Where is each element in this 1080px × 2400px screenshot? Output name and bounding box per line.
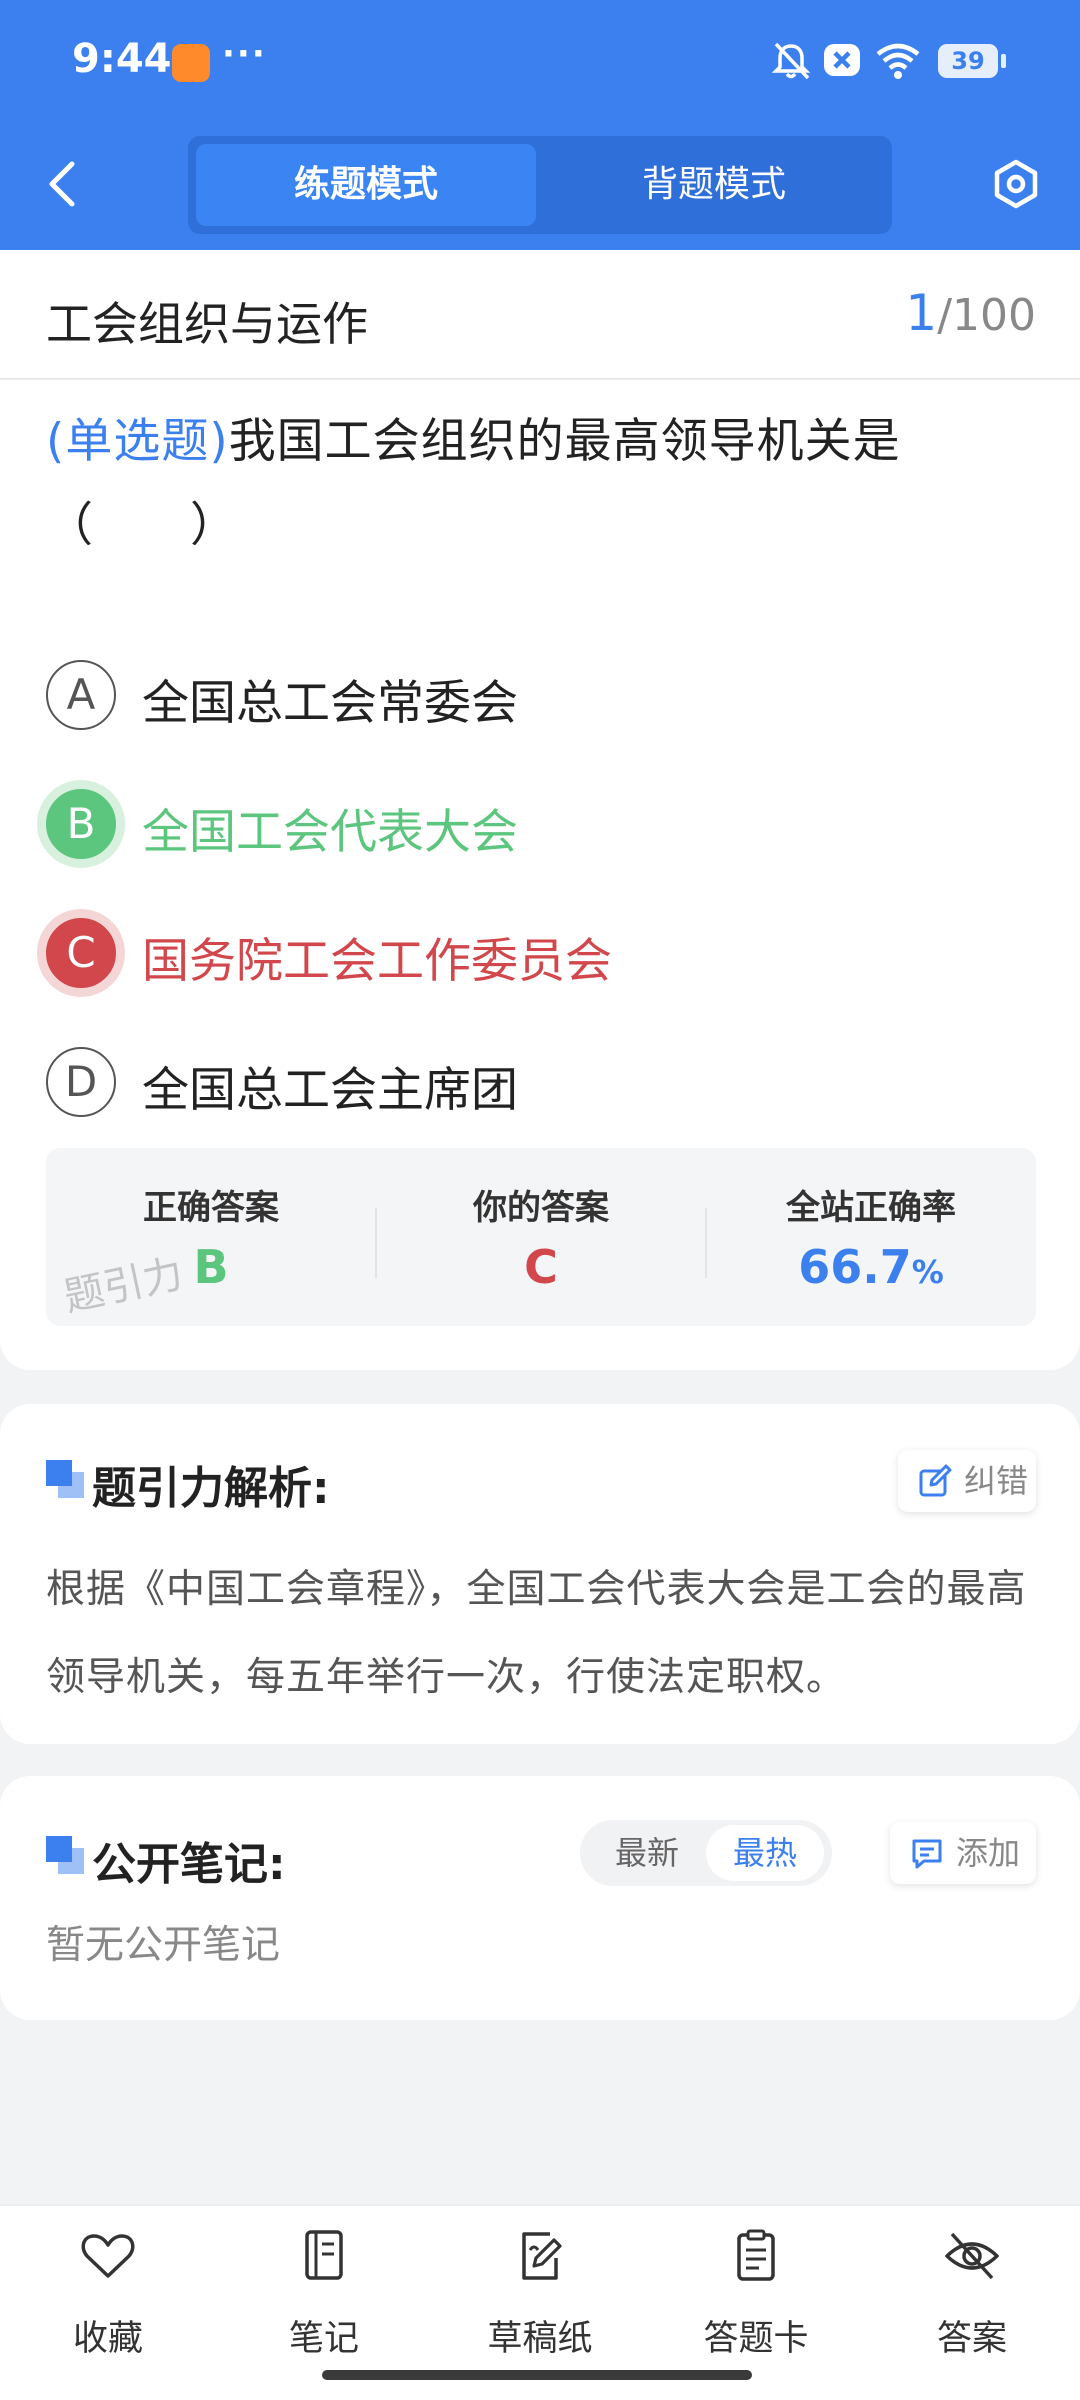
x-box-icon xyxy=(824,44,860,76)
show-answer-button[interactable]: 答案 xyxy=(892,2226,1052,2366)
draft-paper-label: 草稿纸 xyxy=(487,2319,593,2359)
comment-icon xyxy=(912,1839,942,1869)
analysis-title: 题引力解析: xyxy=(92,1463,330,1514)
accuracy-value: 66.7% xyxy=(706,1240,1036,1294)
question-card: 工会组织与运作 1/100 (单选题)我国工会组织的最高领导机关是（ ） A 全… xyxy=(0,250,1080,1370)
answer-stats: 正确答案 B 你的答案 C 全站正确率 66.7% 题引力 xyxy=(46,1148,1036,1326)
question-header: 工会组织与运作 1/100 xyxy=(0,250,1080,380)
correct-answer-label: 正确答案 xyxy=(143,1188,279,1228)
option-text: 全国工会代表大会 xyxy=(142,805,518,860)
heart-icon xyxy=(81,2234,135,2278)
back-arrow-icon[interactable] xyxy=(38,158,88,210)
option-d[interactable]: D 全国总工会主席团 xyxy=(46,1041,1036,1121)
add-note-label: 添加 xyxy=(956,1834,1021,1872)
mode-switch: 练题模式 背题模式 xyxy=(188,136,892,234)
sort-hottest[interactable]: 最热 xyxy=(706,1825,824,1881)
option-text: 全国总工会主席团 xyxy=(142,1063,518,1118)
notes-card: 公开笔记: 最新 最热 添加 暂无公开笔记 xyxy=(0,1776,1080,2020)
status-bar: 9:44 ··· 39 xyxy=(0,0,1080,120)
your-answer-label: 你的答案 xyxy=(473,1188,609,1228)
option-b[interactable]: B 全国工会代表大会 xyxy=(46,783,1036,863)
wifi-icon xyxy=(876,43,920,79)
option-text: 全国总工会常委会 xyxy=(142,676,518,731)
analysis-text: 根据《中国工会章程》，全国工会代表大会是工会的最高领导机关，每五年举行一次，行使… xyxy=(46,1567,1027,1700)
more-notifications-icon: ··· xyxy=(222,34,267,74)
analysis-card: 题引力解析: 纠错 根据《中国工会章程》，全国工会代表大会是工会的最高领导机关，… xyxy=(0,1404,1080,1744)
tab-practice-mode[interactable]: 练题模式 xyxy=(196,144,536,226)
status-time: 9:44 xyxy=(72,36,172,82)
option-letter: B xyxy=(46,789,116,859)
report-error-button[interactable]: 纠错 xyxy=(898,1450,1036,1512)
option-c[interactable]: C 国务院工会工作委员会 xyxy=(46,912,1036,992)
question-text: (单选题)我国工会组织的最高领导机关是（ ） xyxy=(46,400,1036,568)
notes-button[interactable]: 笔记 xyxy=(244,2226,404,2366)
total-count: /100 xyxy=(937,290,1036,341)
accuracy-stat: 全站正确率 66.7% xyxy=(706,1148,1036,1326)
chapter-title: 工会组织与运作 xyxy=(46,297,368,351)
favorite-label: 收藏 xyxy=(72,2319,143,2359)
mute-bell-icon xyxy=(771,42,811,80)
question-counter[interactable]: 1/100 xyxy=(905,284,1036,342)
option-text: 国务院工会工作委员会 xyxy=(142,934,612,989)
your-answer-stat: 你的答案 C xyxy=(376,1148,706,1326)
eye-off-icon xyxy=(945,2232,999,2280)
option-letter: A xyxy=(46,660,116,730)
your-answer-value: C xyxy=(524,1240,558,1294)
favorite-button[interactable]: 收藏 xyxy=(28,2226,188,2366)
notification-app-icon xyxy=(172,44,210,82)
notes-sort-toggle: 最新 最热 xyxy=(580,1820,832,1886)
show-answer-label: 答案 xyxy=(936,2319,1007,2359)
section-squares-icon xyxy=(46,1836,84,1874)
accuracy-label: 全站正确率 xyxy=(786,1188,956,1228)
answer-sheet-button[interactable]: 答题卡 xyxy=(676,2226,836,2366)
empty-notes-text: 暂无公开笔记 xyxy=(46,1923,281,1968)
option-letter: D xyxy=(46,1047,116,1117)
add-note-button[interactable]: 添加 xyxy=(890,1822,1036,1884)
notebook-icon xyxy=(305,2230,343,2280)
option-a[interactable]: A 全国总工会常委会 xyxy=(46,654,1036,734)
notes-label: 笔记 xyxy=(288,2319,359,2359)
option-letter: C xyxy=(46,918,116,988)
tab-memorize-mode[interactable]: 背题模式 xyxy=(544,144,884,226)
answer-sheet-label: 答题卡 xyxy=(703,2319,809,2359)
report-error-label: 纠错 xyxy=(964,1462,1029,1500)
draft-paper-icon xyxy=(522,2232,562,2280)
home-indicator[interactable] xyxy=(322,2370,752,2380)
sort-newest[interactable]: 最新 xyxy=(588,1825,706,1881)
answer-sheet-icon xyxy=(737,2229,775,2281)
battery-indicator: 39 xyxy=(938,44,1006,78)
section-squares-icon xyxy=(46,1460,84,1498)
accuracy-unit: % xyxy=(911,1253,944,1291)
draft-paper-button[interactable]: 草稿纸 xyxy=(460,2226,620,2366)
top-header: 9:44 ··· 39 练题模式 背题模式 xyxy=(0,0,1080,250)
current-index: 1 xyxy=(905,284,938,342)
accuracy-number: 66.7 xyxy=(798,1240,912,1294)
question-type: (单选题) xyxy=(46,414,229,469)
notes-title: 公开笔记: xyxy=(92,1839,286,1890)
edit-icon xyxy=(919,1464,952,1497)
settings-icon[interactable] xyxy=(990,158,1042,210)
